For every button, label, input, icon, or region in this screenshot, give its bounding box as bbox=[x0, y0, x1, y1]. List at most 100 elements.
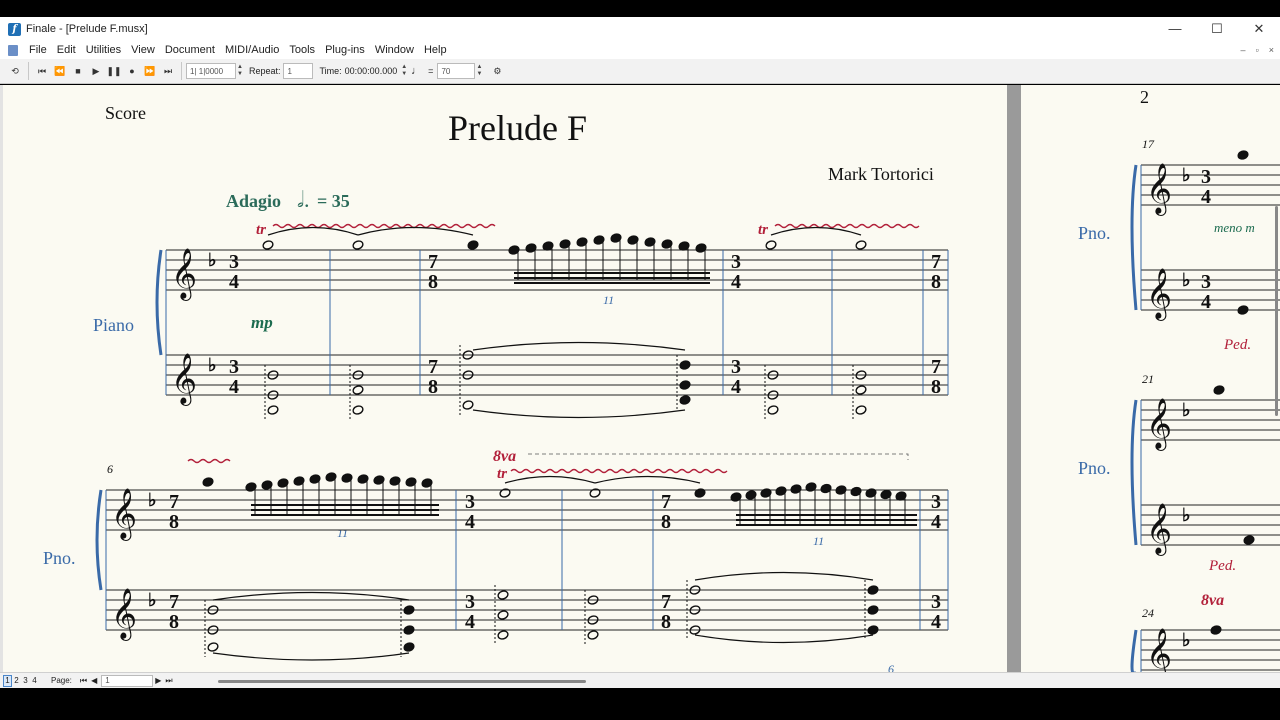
score-page-2: 2 17 21 24 Pno. Pno. meno m Ped. Ped. 8v… bbox=[1021, 85, 1280, 672]
score-label: Score bbox=[105, 103, 146, 123]
menu-help[interactable]: Help bbox=[419, 44, 452, 56]
page-2-notation: 2 17 21 24 Pno. Pno. meno m Ped. Ped. 8v… bbox=[1078, 87, 1280, 672]
flat-key-signature: ♭ bbox=[1182, 400, 1191, 420]
treble-clef-icon: 𝄞 bbox=[1146, 628, 1172, 672]
repeat-select[interactable]: 1 bbox=[283, 63, 314, 79]
chord-note bbox=[855, 405, 867, 415]
chord-note bbox=[679, 380, 691, 390]
menu-tools[interactable]: Tools bbox=[284, 44, 320, 56]
measure-spinner[interactable]: ▲ ▼ bbox=[237, 64, 243, 78]
instrument-name-piano: Piano bbox=[93, 315, 134, 335]
rewind-start-icon[interactable]: ⏮ bbox=[33, 62, 51, 80]
time-signature-bottom: 4 bbox=[731, 376, 741, 398]
measure-counter-field[interactable]: 1| 1|0000 bbox=[186, 63, 236, 79]
menu-window[interactable]: Window bbox=[370, 44, 419, 56]
refresh-icon[interactable]: ⟲ bbox=[6, 62, 24, 80]
time-spinner[interactable]: ▲ ▼ bbox=[401, 64, 407, 78]
time-signature-bottom: 8 bbox=[931, 271, 941, 293]
chord-note bbox=[352, 385, 364, 395]
treble-clef-icon: 𝄞 bbox=[1146, 163, 1172, 216]
doc-restore-button[interactable]: ▫ bbox=[1256, 45, 1259, 55]
tie bbox=[212, 652, 410, 661]
staff-systems: 𝄞𝄞♭♭3434787834347878𝄞𝄞♭♭7878343478783434 bbox=[95, 226, 949, 661]
window-titlebar: f Finale - [Prelude F.musx] — ☐ ✕ bbox=[0, 17, 1280, 41]
measure-number-24: 24 bbox=[1142, 606, 1154, 620]
last-page-icon[interactable]: ⏭ bbox=[165, 676, 172, 686]
eighth-note bbox=[1237, 305, 1249, 315]
tuplet-11-c: 11 bbox=[813, 534, 824, 548]
system-brace bbox=[155, 249, 163, 356]
time-signature-bottom: 4 bbox=[1201, 186, 1211, 208]
chord-note bbox=[403, 642, 415, 652]
chord-note bbox=[587, 630, 599, 640]
system-brace bbox=[95, 489, 103, 591]
half-note bbox=[262, 240, 274, 250]
next-page-icon[interactable]: ▶ bbox=[155, 676, 161, 685]
menu-file[interactable]: File bbox=[24, 44, 52, 56]
quarter-note-icon[interactable]: ♩ bbox=[411, 65, 422, 77]
time-signature-bottom: 8 bbox=[169, 611, 179, 633]
score-canvas[interactable]: Score Prelude F Mark Tortorici Adagio 𝅗𝅥… bbox=[0, 85, 1280, 672]
prev-page-icon[interactable]: ◀ bbox=[91, 676, 97, 685]
menu-document[interactable]: Document bbox=[160, 44, 220, 56]
tuplet-11-a: 11 bbox=[603, 293, 614, 307]
chord-note bbox=[867, 625, 879, 635]
system-brace bbox=[1130, 164, 1138, 311]
first-page-icon[interactable]: ⏮ bbox=[80, 676, 87, 686]
flat-key-signature: ♭ bbox=[148, 590, 157, 610]
fast-forward-icon[interactable]: ⏩ bbox=[141, 62, 159, 80]
time-signature-top: 7 bbox=[931, 251, 941, 273]
stop-icon[interactable]: ■ bbox=[69, 62, 87, 80]
time-signature-top: 7 bbox=[428, 356, 438, 378]
time-value: 00:00:00.000 bbox=[344, 66, 398, 76]
play-icon[interactable]: ▶ bbox=[87, 62, 105, 80]
pause-icon[interactable]: ❚❚ bbox=[105, 62, 123, 80]
horizontal-scrollbar[interactable] bbox=[218, 680, 586, 683]
record-icon[interactable]: ● bbox=[123, 62, 141, 80]
vertical-scrollbar[interactable] bbox=[1275, 206, 1278, 416]
menu-view[interactable]: View bbox=[126, 44, 160, 56]
doc-minimize-button[interactable]: – bbox=[1241, 45, 1246, 55]
page-tab-2[interactable]: 2 bbox=[12, 675, 21, 687]
time-signature-bottom: 4 bbox=[229, 376, 239, 398]
chord-note bbox=[497, 610, 509, 620]
time-signature-bottom: 8 bbox=[931, 376, 941, 398]
tempo-field[interactable]: 70 bbox=[437, 63, 476, 79]
chord-note bbox=[403, 625, 415, 635]
time-signature-bottom: 8 bbox=[169, 511, 179, 533]
time-signature-top: 3 bbox=[229, 251, 239, 273]
tempo-spinner[interactable]: ▲ ▼ bbox=[476, 64, 482, 78]
document-icon[interactable] bbox=[8, 44, 18, 56]
tempo-value: = 35 bbox=[317, 191, 350, 211]
pedal-mark-b: Ped. bbox=[1208, 558, 1236, 574]
half-note bbox=[352, 240, 364, 250]
chord-note bbox=[867, 585, 879, 595]
menu-plug-ins[interactable]: Plug-ins bbox=[320, 44, 370, 56]
close-button[interactable]: ✕ bbox=[1238, 17, 1280, 41]
rewind-icon[interactable]: ⏪ bbox=[51, 62, 69, 80]
maximize-button[interactable]: ☐ bbox=[1196, 17, 1238, 41]
page-tab-3[interactable]: 3 bbox=[21, 675, 30, 687]
trill-lines bbox=[187, 223, 920, 474]
doc-close-button[interactable]: × bbox=[1269, 45, 1274, 55]
menu-edit[interactable]: Edit bbox=[52, 44, 81, 56]
minimize-button[interactable]: — bbox=[1154, 17, 1196, 41]
instrument-name-pno-p2b: Pno. bbox=[1078, 458, 1111, 478]
eighth-note bbox=[1243, 535, 1255, 545]
page-number-2: 2 bbox=[1140, 87, 1149, 107]
gear-icon[interactable]: ⚙ bbox=[488, 62, 506, 80]
measure-number-17: 17 bbox=[1142, 137, 1155, 151]
trill-mark-a: tr bbox=[256, 222, 266, 238]
page-number-field[interactable]: 1 bbox=[101, 674, 154, 687]
menu-midi-audio[interactable]: MIDI/Audio bbox=[220, 44, 284, 56]
menu-utilities[interactable]: Utilities bbox=[81, 44, 126, 56]
tie bbox=[472, 341, 686, 351]
page-tab-1[interactable]: 1 bbox=[3, 674, 12, 687]
octave-8va-p2: 8va bbox=[1201, 592, 1224, 609]
time-signature-top: 3 bbox=[465, 491, 475, 513]
forward-end-icon[interactable]: ⏭ bbox=[159, 62, 177, 80]
tie bbox=[472, 409, 686, 419]
time-signature-bottom: 4 bbox=[731, 271, 741, 293]
page-label: Page: bbox=[51, 676, 72, 685]
page-tab-4[interactable]: 4 bbox=[30, 675, 39, 687]
